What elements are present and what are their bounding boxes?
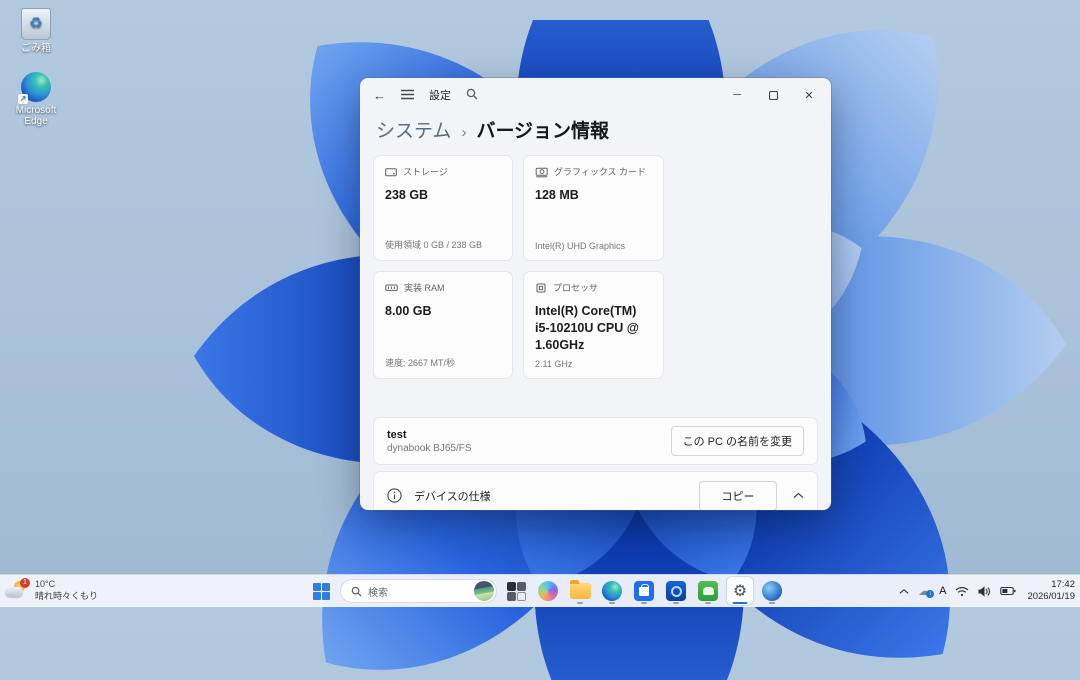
bing-daily-image-icon[interactable] (474, 581, 494, 601)
ram-icon (385, 282, 398, 294)
store-icon (634, 581, 654, 601)
gpu-icon (535, 166, 548, 178)
graphics-card: グラフィックス カード 128 MB Intel(R) UHD Graphics (523, 155, 664, 261)
taskbar: 1 10°C 晴れ時々くもり 検索 ⚙ (0, 574, 1080, 607)
breadcrumb-separator-icon: › (461, 124, 466, 141)
desktop-icon-edge[interactable]: ↗ Microsoft Edge (3, 72, 69, 127)
onedrive-badge: ↕ (926, 590, 934, 598)
card-footer: 使用領域 0 GB / 238 GB (385, 238, 501, 251)
cpu-icon (535, 282, 547, 294)
globe-app-button[interactable] (759, 577, 785, 605)
settings-content: ストレージ 238 GB 使用領域 0 GB / 238 GB グラフィックス … (360, 153, 831, 510)
file-explorer-button[interactable] (567, 577, 593, 605)
desktop-icon-recycle-bin[interactable]: ♻ ごみ箱 (3, 8, 69, 54)
card-footer: Intel(R) UHD Graphics (535, 241, 652, 251)
ram-card: 実装 RAM 8.00 GB 速度: 2667 MT/秒 (373, 271, 513, 379)
device-name: test (387, 429, 472, 441)
titlebar[interactable]: ← 設定 ─ ✕ (360, 78, 831, 110)
desktop-icon-label: Microsoft Edge (3, 105, 69, 127)
task-view-button[interactable] (503, 577, 529, 605)
card-value: 128 MB (535, 187, 652, 204)
info-icon (387, 488, 402, 503)
card-label: ストレージ (403, 165, 448, 178)
windows-logo-icon (313, 583, 330, 600)
chevron-up-icon[interactable] (793, 492, 804, 499)
weather-icon: 1 (5, 580, 29, 602)
storage-icon (385, 166, 397, 178)
settings-button[interactable]: ⚙ (727, 577, 753, 605)
ime-indicator[interactable]: A (939, 585, 946, 597)
taskbar-clock[interactable]: 17:42 2026/01/19 (1027, 579, 1075, 604)
outlook-button[interactable] (663, 577, 689, 605)
wifi-icon[interactable] (955, 586, 969, 597)
start-button[interactable] (308, 577, 334, 605)
weather-condition: 晴れ時々くもり (35, 591, 98, 603)
desktop-icon-label: ごみ箱 (3, 43, 69, 54)
device-model: dynabook BJ65/FS (387, 443, 472, 454)
search-placeholder: 検索 (368, 584, 468, 599)
device-spec-row[interactable]: デバイスの仕様 コピー (373, 471, 818, 510)
taskbar-center: 検索 ⚙ (308, 575, 785, 607)
taskbar-search[interactable]: 検索 (340, 579, 497, 603)
settings-window: ← 設定 ─ ✕ システム › バージョン情報 ストレージ (360, 78, 831, 510)
copilot-icon (538, 581, 558, 601)
minimize-button[interactable]: ─ (719, 82, 755, 108)
breadcrumb: システム › バージョン情報 (360, 110, 831, 153)
search-icon[interactable] (466, 88, 478, 103)
card-footer: 2.11 GHz (535, 359, 652, 369)
gear-icon: ⚙ (733, 581, 747, 601)
volume-icon[interactable] (978, 586, 991, 597)
card-label: グラフィックス カード (554, 165, 646, 178)
file-explorer-icon (570, 583, 591, 599)
edge-icon (602, 581, 622, 601)
card-label: 実装 RAM (404, 281, 445, 294)
system-tray: ☁↕ A 17:42 2026/01/19 (899, 575, 1075, 607)
page-title: バージョン情報 (476, 116, 609, 143)
battery-icon[interactable] (1000, 586, 1016, 596)
device-name-card: test dynabook BJ65/FS この PC の名前を変更 (373, 417, 818, 465)
shortcut-arrow-icon: ↗ (18, 94, 28, 104)
copy-button[interactable]: コピー (699, 481, 777, 511)
rename-pc-button[interactable]: この PC の名前を変更 (671, 426, 804, 456)
outlook-icon (666, 581, 686, 601)
task-view-icon (507, 582, 526, 601)
device-spec-label: デバイスの仕様 (414, 488, 491, 504)
edge-icon: ↗ (21, 72, 51, 102)
card-value: Intel(R) Core(TM) i5-10210U CPU @ 1.60GH… (535, 303, 652, 354)
close-button[interactable]: ✕ (791, 82, 827, 108)
globe-app-icon (762, 581, 782, 601)
notification-badge: 1 (20, 578, 30, 588)
card-value: 8.00 GB (385, 303, 501, 320)
microsoft-store-button[interactable] (631, 577, 657, 605)
card-footer: 速度: 2667 MT/秒 (385, 356, 501, 369)
clock-time: 17:42 (1027, 579, 1075, 591)
card-value: 238 GB (385, 187, 501, 204)
onedrive-icon[interactable]: ☁↕ (918, 584, 930, 598)
green-app-button[interactable] (695, 577, 721, 605)
breadcrumb-parent[interactable]: システム (376, 116, 451, 143)
edge-button[interactable] (599, 577, 625, 605)
card-label: プロセッサ (553, 281, 598, 294)
processor-card: プロセッサ Intel(R) Core(TM) i5-10210U CPU @ … (523, 271, 664, 379)
storage-card: ストレージ 238 GB 使用領域 0 GB / 238 GB (373, 155, 513, 261)
weather-widget[interactable]: 1 10°C 晴れ時々くもり (5, 577, 98, 605)
app-title: 設定 (429, 87, 451, 103)
clock-date: 2026/01/19 (1027, 591, 1075, 603)
copilot-button[interactable] (535, 577, 561, 605)
search-icon (351, 586, 362, 597)
green-app-icon (698, 581, 718, 601)
recycle-bin-icon: ♻ (21, 8, 51, 40)
weather-temp: 10°C (35, 579, 98, 591)
back-icon[interactable]: ← (373, 88, 386, 103)
hamburger-menu-icon[interactable] (401, 88, 414, 103)
hidden-icons-chevron-icon[interactable] (899, 588, 909, 595)
maximize-button[interactable] (755, 82, 791, 108)
